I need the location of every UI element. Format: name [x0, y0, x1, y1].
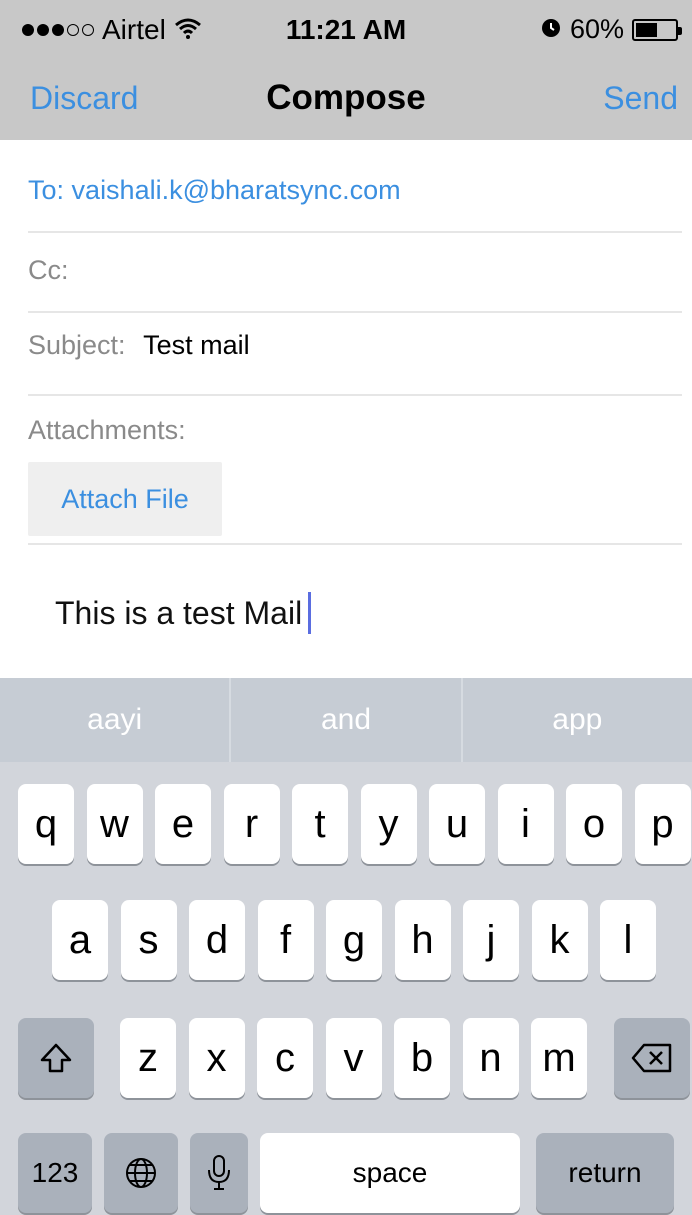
key-s[interactable]: s	[120, 900, 177, 980]
suggestion-bar: aayi and app	[0, 678, 692, 762]
key-l[interactable]: l	[600, 900, 656, 980]
key-n-label: n	[479, 1035, 502, 1080]
key-c-label: c	[275, 1035, 295, 1080]
message-body-text: This is a test Mail	[55, 594, 303, 631]
status-right: 60%	[540, 14, 682, 45]
key-w-label: w	[100, 801, 129, 846]
subject-value[interactable]: Test mail	[143, 330, 250, 360]
keyboard: aayi and app qwe r t y u i op a s d f gh j k l z x c v bnm 1…	[0, 678, 692, 1215]
key-x[interactable]: x	[188, 1018, 245, 1098]
cc-label: Cc:	[28, 255, 69, 285]
key-b[interactable]: b	[394, 1018, 450, 1098]
key-t[interactable]: t	[292, 784, 348, 864]
key-t-label: t	[314, 801, 326, 846]
battery-icon	[632, 18, 682, 41]
key-z[interactable]: z	[120, 1018, 176, 1098]
key-x-label: x	[206, 1035, 227, 1080]
key-v-label: v	[343, 1035, 364, 1080]
shift-icon	[40, 1043, 72, 1073]
key-d-label: d	[205, 917, 229, 962]
key-o-label: o	[582, 801, 606, 846]
globe-icon	[126, 1158, 156, 1188]
key-f[interactable]: f	[257, 900, 314, 980]
attach-file-button[interactable]: Attach File	[28, 462, 222, 536]
key-q[interactable]: q	[18, 784, 74, 864]
key-u-label: u	[445, 801, 469, 846]
space-key[interactable]: space	[260, 1133, 520, 1213]
divider	[28, 543, 682, 545]
suggestion-2[interactable]: and	[231, 678, 463, 762]
to-label: To:	[28, 175, 65, 205]
key-h-label: h	[411, 917, 434, 962]
key-y-label: y	[378, 801, 399, 846]
key-i[interactable]: i	[497, 784, 554, 864]
nav-bar: Discard Compose Send	[0, 60, 692, 140]
key-e-label: e	[171, 801, 195, 846]
key-p[interactable]: p	[634, 784, 691, 864]
globe-key[interactable]	[104, 1133, 178, 1213]
key-f-label: f	[279, 917, 292, 962]
key-o[interactable]: o	[566, 784, 622, 864]
cc-field[interactable]: Cc:	[28, 255, 682, 313]
shift-key[interactable]	[18, 1018, 94, 1098]
key-b-label: b	[410, 1035, 434, 1080]
subject-field[interactable]: Subject: Test mail	[28, 330, 682, 396]
key-s-label: s	[138, 917, 159, 962]
key-u[interactable]: u	[429, 784, 485, 864]
key-q-label: q	[34, 801, 58, 846]
key-w[interactable]: w	[86, 784, 143, 864]
page-title: Compose	[266, 78, 426, 117]
battery-percent: 60%	[569, 14, 624, 44]
status-bar: Airtel 11:21 AM 60%	[0, 0, 692, 60]
key-k[interactable]: k	[531, 900, 588, 980]
return-key-label: return	[568, 1157, 642, 1188]
top-bar: Airtel 11:21 AM 60% Discard Compose Send	[0, 0, 692, 140]
key-n[interactable]: n	[462, 1018, 519, 1098]
to-field[interactable]: To: vaishali.k@bharatsync.com	[28, 175, 682, 233]
key-m-label: m	[542, 1035, 576, 1080]
key-j[interactable]: j	[463, 900, 519, 980]
microphone-icon	[208, 1155, 230, 1190]
suggestion-3[interactable]: app	[463, 678, 692, 762]
key-r[interactable]: r	[223, 784, 280, 864]
attachments-label: Attachments:	[28, 415, 186, 445]
subject-label: Subject:	[28, 330, 126, 360]
key-i-label: i	[521, 801, 530, 846]
key-g[interactable]: g	[326, 900, 382, 980]
message-body[interactable]: This is a test Mail	[55, 592, 312, 634]
numbers-key[interactable]: 123	[18, 1133, 92, 1213]
key-e[interactable]: e	[155, 784, 211, 864]
key-v[interactable]: v	[325, 1018, 382, 1098]
backspace-icon	[631, 1043, 672, 1073]
key-p-label: p	[651, 801, 674, 846]
key-k-label: k	[549, 917, 570, 962]
backspace-key[interactable]	[614, 1018, 690, 1098]
key-j-label: j	[486, 917, 496, 962]
key-r-label: r	[244, 801, 259, 846]
return-key[interactable]: return	[536, 1133, 674, 1213]
send-button[interactable]: Send	[603, 80, 678, 117]
alarm-icon	[540, 14, 562, 45]
key-a-label: a	[68, 917, 92, 962]
key-z-label: z	[138, 1035, 158, 1080]
microphone-key[interactable]	[190, 1133, 248, 1213]
suggestion-1[interactable]: aayi	[0, 678, 232, 762]
to-recipient[interactable]: vaishali.k@bharatsync.com	[72, 175, 401, 205]
key-m[interactable]: m	[531, 1018, 587, 1098]
key-l-label: l	[623, 917, 633, 962]
numbers-key-label: 123	[31, 1157, 79, 1188]
key-d[interactable]: d	[189, 900, 245, 980]
key-y[interactable]: y	[360, 784, 417, 864]
key-g-label: g	[342, 917, 366, 962]
key-a[interactable]: a	[52, 900, 108, 980]
key-h[interactable]: h	[394, 900, 451, 980]
key-c[interactable]: c	[257, 1018, 313, 1098]
text-cursor	[308, 592, 312, 634]
space-key-label: space	[352, 1157, 428, 1188]
